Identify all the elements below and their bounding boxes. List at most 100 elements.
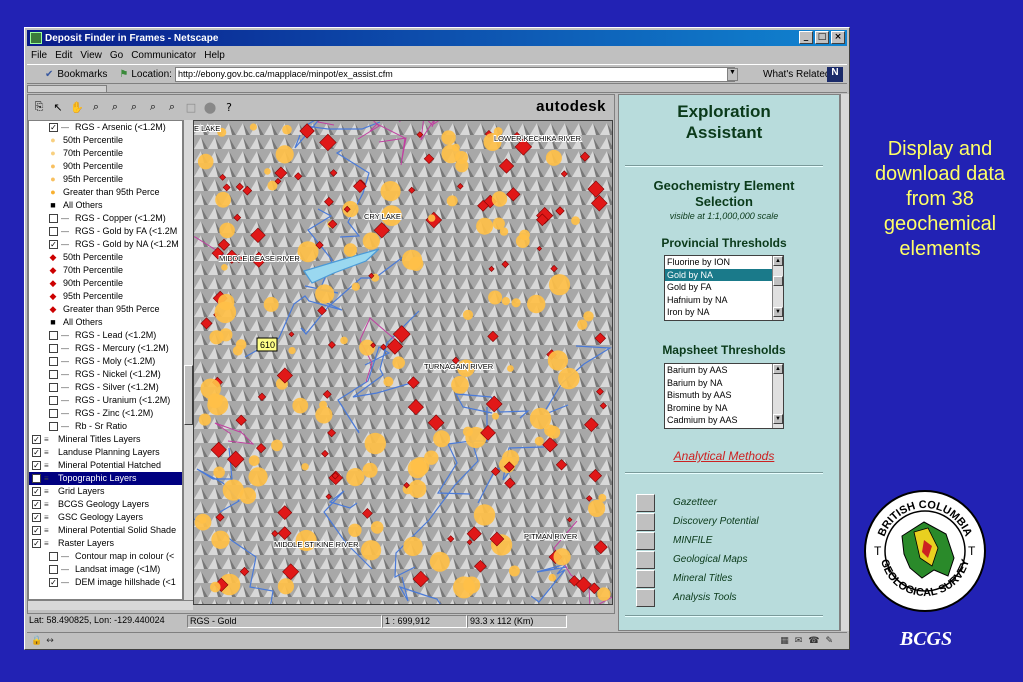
arsenic-sample-marker[interactable] <box>462 309 474 320</box>
nav-button-square[interactable] <box>636 550 655 569</box>
page-icon[interactable]: □ <box>184 101 198 114</box>
bookmarks-button[interactable]: Bookmarks <box>57 69 107 80</box>
menu-go[interactable]: Go <box>110 50 123 61</box>
legend-row[interactable]: ■ All Others <box>29 199 182 212</box>
arsenic-sample-marker[interactable] <box>239 487 257 505</box>
arsenic-sample-marker[interactable] <box>271 439 283 452</box>
list-item[interactable]: Barium by NA <box>665 377 783 390</box>
arsenic-sample-marker[interactable] <box>197 153 214 170</box>
layer-checkbox[interactable]: ✓ <box>32 435 41 444</box>
layer-checkbox[interactable]: ✓ <box>32 539 41 548</box>
arsenic-sample-marker[interactable] <box>401 249 423 270</box>
legend-row[interactable]: ◆ 50th Percentile <box>29 251 182 264</box>
arsenic-sample-marker[interactable] <box>219 222 235 239</box>
legend-row[interactable]: — RGS - Silver (<1.2M) <box>29 381 182 394</box>
layer-checkbox[interactable]: ✓ <box>49 240 58 249</box>
zoom-previous-icon[interactable]: ⌕ <box>127 100 141 114</box>
nav-label[interactable]: Analysis Tools <box>673 592 737 603</box>
arsenic-sample-marker[interactable] <box>463 576 481 594</box>
legend-row[interactable]: ● 90th Percentile <box>29 160 182 173</box>
legend-row[interactable]: ■ All Others <box>29 316 182 329</box>
arsenic-sample-marker[interactable] <box>583 311 594 322</box>
arsenic-sample-marker[interactable] <box>292 397 309 414</box>
zoom-in-icon[interactable]: ⌕ <box>89 100 103 114</box>
legend-row[interactable]: — RGS - Mercury (<1.2M) <box>29 342 182 355</box>
url-input[interactable]: http://ebony.gov.bc.ca/mapplace/minpot/e… <box>175 67 735 82</box>
help-icon[interactable]: ? <box>222 101 236 114</box>
legend-row[interactable]: — RGS - Gold by FA (<1.2M <box>29 225 182 238</box>
legend-row[interactable]: ◆ 70th Percentile <box>29 264 182 277</box>
legend-row[interactable]: ● 95th Percentile <box>29 173 182 186</box>
arsenic-sample-marker[interactable] <box>232 345 243 356</box>
arsenic-sample-marker[interactable] <box>301 463 309 471</box>
layer-checkbox[interactable] <box>49 552 58 561</box>
minimize-button[interactable]: _ <box>799 31 813 44</box>
legend-row[interactable]: ◆ Greater than 95th Perce <box>29 303 182 316</box>
legend-row[interactable]: ◆ 95th Percentile <box>29 290 182 303</box>
legend-row[interactable]: — RGS - Copper (<1.2M) <box>29 212 182 225</box>
arsenic-sample-marker[interactable] <box>424 450 439 465</box>
arsenic-sample-marker[interactable] <box>529 407 552 430</box>
arsenic-sample-marker[interactable] <box>383 376 394 387</box>
layer-checkbox[interactable] <box>49 396 58 405</box>
list-item[interactable]: Iron by NA <box>665 306 783 319</box>
arsenic-sample-marker[interactable] <box>207 393 223 409</box>
maximize-button[interactable]: □ <box>815 31 829 44</box>
arsenic-sample-marker[interactable] <box>547 425 561 439</box>
list-item-selected[interactable]: Gold by NA <box>665 268 783 281</box>
arsenic-sample-marker[interactable] <box>597 587 611 601</box>
copy-icon[interactable]: ⎘ <box>32 100 46 114</box>
arsenic-sample-marker[interactable] <box>362 232 380 250</box>
menu-communicator[interactable]: Communicator <box>131 50 196 61</box>
arsenic-sample-marker[interactable] <box>277 578 294 595</box>
arsenic-sample-marker[interactable] <box>319 400 328 409</box>
arsenic-sample-marker[interactable] <box>210 581 221 593</box>
arsenic-sample-marker[interactable] <box>351 282 360 291</box>
arsenic-sample-marker[interactable] <box>558 367 580 390</box>
layer-checkbox[interactable] <box>49 383 58 392</box>
legend-row[interactable]: — RGS - Uranium (<1.2M) <box>29 394 182 407</box>
arsenic-sample-marker[interactable] <box>507 365 514 372</box>
arsenic-sample-marker[interactable] <box>361 540 382 561</box>
arsenic-sample-marker[interactable] <box>198 413 211 426</box>
stop-icon[interactable]: ⬤ <box>203 101 217 114</box>
arsenic-sample-marker[interactable] <box>392 356 405 369</box>
nav-mineral-titles[interactable]: Mineral Titles <box>636 569 816 588</box>
layer-checkbox[interactable]: ✓ <box>32 474 41 483</box>
arsenic-sample-marker[interactable] <box>346 468 365 487</box>
legend-row[interactable]: ✓ ≡ Mineral Potential Hatched <box>29 459 182 472</box>
arsenic-sample-marker[interactable] <box>249 123 257 131</box>
scroll-down-icon[interactable]: ▼ <box>773 307 783 317</box>
nav-label[interactable]: Discovery Potential <box>673 516 759 527</box>
legend-row[interactable]: ◆ 90th Percentile <box>29 277 182 290</box>
legend-row[interactable]: ● 50th Percentile <box>29 134 182 147</box>
arsenic-sample-marker[interactable] <box>547 350 568 371</box>
arsenic-sample-marker[interactable] <box>588 499 606 517</box>
arsenic-sample-marker[interactable] <box>219 328 233 342</box>
arsenic-sample-marker[interactable] <box>213 466 225 479</box>
close-button[interactable]: × <box>831 31 845 44</box>
legend-row[interactable]: — Contour map in colour (< <box>29 550 182 563</box>
menu-file[interactable]: File <box>31 50 47 61</box>
legend-row[interactable]: ✓ ≡ BCGS Geology Layers <box>29 498 182 511</box>
layer-checkbox[interactable] <box>49 409 58 418</box>
menu-edit[interactable]: Edit <box>55 50 72 61</box>
arsenic-sample-marker[interactable] <box>297 241 319 263</box>
arsenic-sample-marker[interactable] <box>218 293 235 311</box>
arsenic-sample-marker[interactable] <box>451 376 469 394</box>
arsenic-sample-marker[interactable] <box>553 548 571 566</box>
mapsheet-thresholds-list[interactable]: Barium by AAS Barium by NA Bismuth by AA… <box>664 363 784 429</box>
nav-analysis-tools[interactable]: Analysis Tools <box>636 588 816 607</box>
legend-row[interactable]: — RGS - Lead (<1.2M) <box>29 329 182 342</box>
arsenic-sample-marker[interactable] <box>315 284 335 304</box>
legend-row[interactable]: ✓ — RGS - Gold by NA (<1.2M <box>29 238 182 251</box>
list-scrollbar[interactable]: ▲ ▼ <box>772 364 783 428</box>
arsenic-sample-marker[interactable] <box>340 336 348 345</box>
arsenic-sample-marker[interactable] <box>428 214 436 222</box>
legend-row[interactable]: ✓ — DEM image hillshade (<1 <box>29 576 182 589</box>
arsenic-sample-marker[interactable] <box>275 145 294 164</box>
arsenic-sample-marker[interactable] <box>473 504 496 526</box>
arrow-icon[interactable]: ↖ <box>51 101 65 114</box>
arsenic-sample-marker[interactable] <box>548 573 557 582</box>
layer-checkbox[interactable] <box>49 422 58 431</box>
